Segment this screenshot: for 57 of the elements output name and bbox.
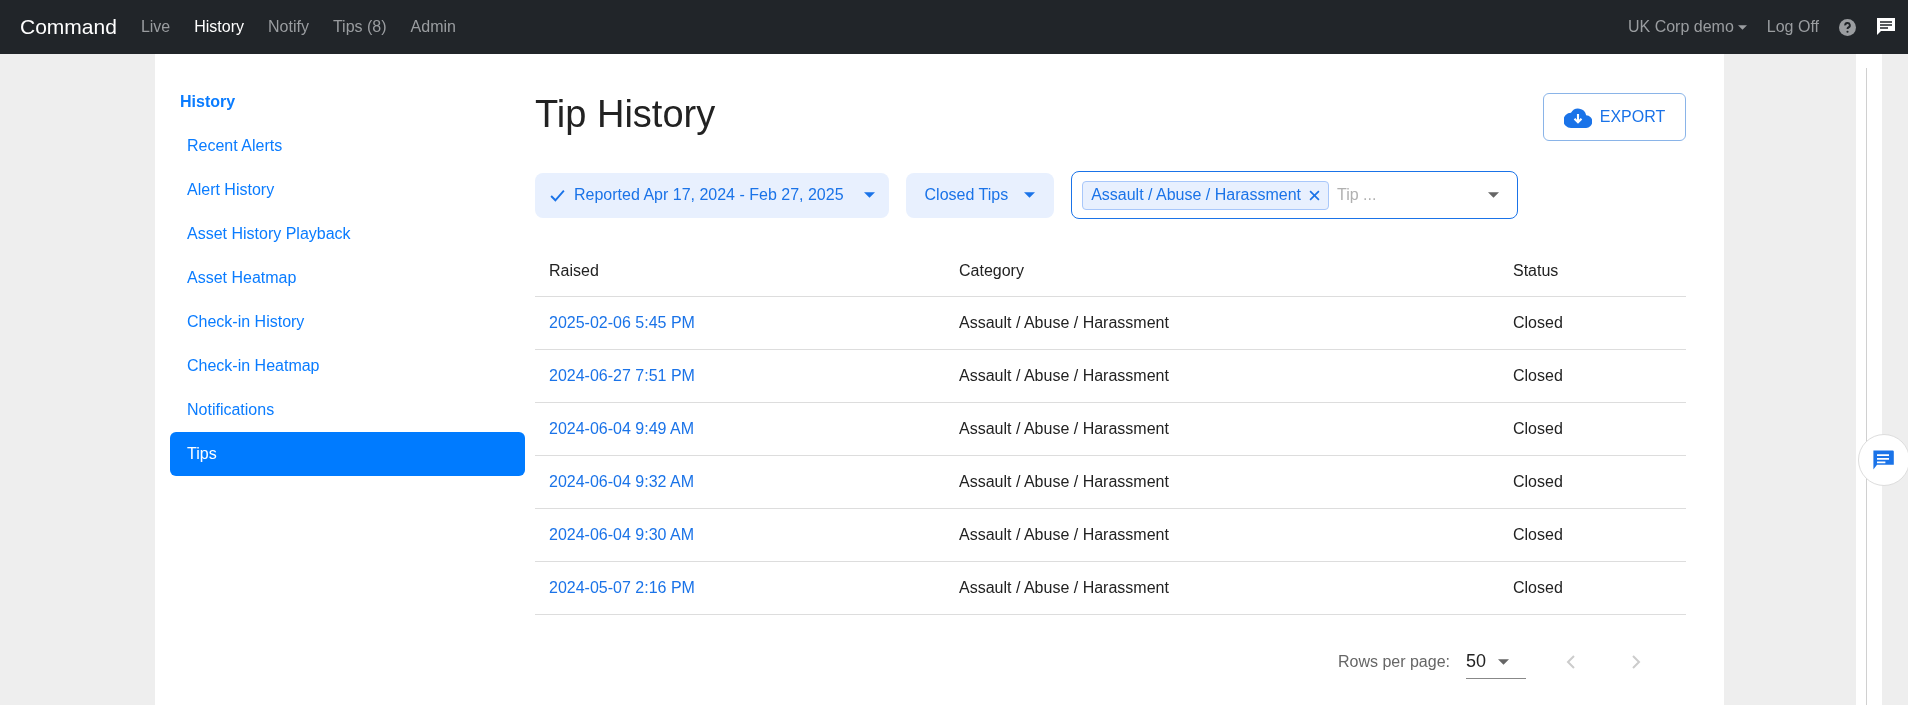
sidebar-item[interactable]: Check-in Heatmap [170,344,525,388]
help-icon[interactable] [1839,18,1856,36]
table-cell-text: Assault / Abuse / Harassment [959,419,1170,439]
tip-link[interactable]: 2024-06-04 9:49 AM [549,417,959,441]
message-icon [1871,448,1895,472]
tip-link[interactable]: 2024-06-27 7:51 PM [549,364,959,388]
date-range-filter[interactable]: Reported Apr 17, 2024 - Feb 27, 2025 [535,172,889,218]
category-select[interactable]: Assault / Abuse / Harassment Tip ... [1071,171,1519,219]
caret-icon [1488,192,1500,198]
column-header: Category [959,260,1025,281]
category-tag: Assault / Abuse / Harassment [1082,180,1329,210]
category-input[interactable]: Tip ... [1337,183,1427,207]
rows-per-page-label: Rows per page: [1337,652,1450,672]
close-icon[interactable] [1309,189,1320,201]
sidebar-item[interactable]: Asset Heatmap [170,256,525,300]
logoff-link[interactable]: Log Off [1766,15,1819,39]
nav-link[interactable]: Tips (8) [332,15,387,39]
message-icon[interactable] [1876,17,1896,37]
table-cell-text: Assault / Abuse / Harassment [959,472,1170,492]
tip-link[interactable]: 2024-05-07 2:16 PM [549,576,959,600]
nav-link[interactable]: Admin [410,15,456,39]
sidebar-item[interactable]: Alert History [170,168,525,212]
sidebar-item[interactable]: Asset History Playback [170,212,525,256]
caret-icon [1024,192,1036,198]
caret-icon [1498,658,1510,665]
sidebar-item[interactable]: Notifications [170,388,525,432]
account-dropdown[interactable]: UK Corp demo [1628,15,1747,39]
tip-link[interactable]: 2025-02-06 5:45 PM [549,311,959,335]
sidebar-item[interactable]: Check-in History [170,300,525,344]
status-filter[interactable]: Closed Tips [905,172,1055,218]
table-cell-text: Closed [1513,525,1564,545]
nav-link[interactable]: History [194,15,244,39]
nav-link[interactable]: Live [140,15,171,39]
page-title: Tip History [535,92,716,137]
sidebar-heading: History [179,92,237,112]
sidebar-item[interactable]: Tips [170,432,525,476]
tip-link[interactable]: 2024-06-04 9:32 AM [549,470,959,494]
sidebar-item[interactable]: Recent Alerts [170,124,525,168]
brand-link[interactable]: Command [20,11,117,43]
table-cell-text: Closed [1513,313,1564,333]
nav-link[interactable]: Notify [268,15,309,39]
export-button[interactable]: EXPORT [1543,93,1686,141]
caret-icon [1737,24,1747,30]
table-cell-text: Closed [1513,472,1564,492]
table-cell-text: Assault / Abuse / Harassment [959,525,1170,545]
caret-icon [863,192,875,198]
table-cell-text: Assault / Abuse / Harassment [959,313,1170,333]
column-header: Raised [548,260,600,281]
table-cell-text: Closed [1513,578,1564,598]
column-header: Status [1513,260,1560,281]
table-cell-text: Assault / Abuse / Harassment [959,578,1170,598]
cloud-download-icon [1563,106,1592,128]
table-cell-text: Closed [1513,366,1564,386]
table-cell-text: Assault / Abuse / Harassment [959,366,1170,386]
rows-per-page-select[interactable]: 50 [1466,645,1526,679]
tip-link[interactable]: 2024-06-04 9:30 AM [549,523,959,547]
table-cell-text: Closed [1513,419,1564,439]
